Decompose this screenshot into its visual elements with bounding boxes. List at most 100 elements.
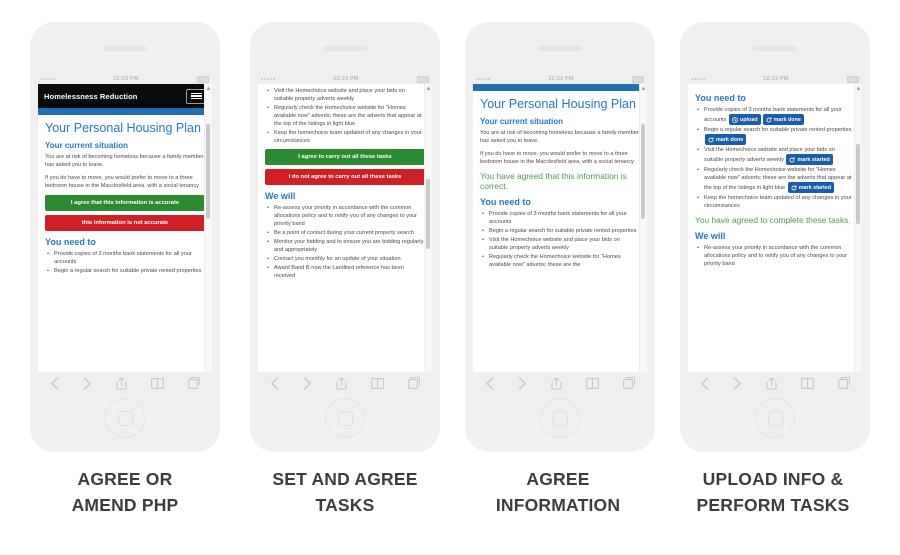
section-heading: You need to bbox=[45, 237, 96, 247]
page-scrollbar[interactable]: ▲▼ bbox=[204, 84, 212, 384]
task-pill-label: mark started bbox=[797, 156, 830, 163]
task-list-item: Regularly check the Homechoice website f… bbox=[695, 166, 855, 193]
page-title: Your Personal Housing Plan bbox=[45, 121, 201, 135]
list-item: Be a point of contact during your curren… bbox=[265, 229, 425, 237]
battery-icon bbox=[631, 75, 644, 83]
safari-webview: Visit the Homechoice website and place y… bbox=[258, 84, 432, 384]
home-button[interactable] bbox=[105, 398, 145, 438]
share-icon[interactable] bbox=[551, 376, 562, 390]
back-chevron-icon[interactable] bbox=[270, 376, 279, 390]
caption-line: UPLOAD INFO & bbox=[702, 469, 844, 489]
task-pill-mark-started[interactable]: mark started bbox=[787, 182, 835, 193]
disagree-button[interactable]: I do not agree to carry out all these ta… bbox=[265, 169, 425, 185]
section-heading: You need to bbox=[695, 93, 746, 103]
phone-caption-1: AGREE OR AMEND PHP bbox=[15, 466, 235, 518]
scrollbar-thumb[interactable] bbox=[206, 124, 210, 219]
list-item: Monitor your bidding and to ensure you a… bbox=[265, 238, 425, 254]
tabs-icon[interactable] bbox=[838, 377, 850, 389]
confirmation-message: You have agreed to complete these tasks. bbox=[695, 215, 851, 225]
phone-caption-4: UPLOAD INFO & PERFORM TASKS bbox=[663, 466, 883, 518]
phone-caption-3: AGREE INFORMATION bbox=[448, 466, 668, 518]
share-icon[interactable] bbox=[766, 376, 777, 390]
page-title: Your Personal Housing Plan bbox=[480, 97, 636, 111]
phone-mockup-3: 12:23 PM Your Personal Housing Plan Your c… bbox=[465, 22, 655, 452]
page-scrollbar[interactable]: ▲▼ bbox=[639, 84, 647, 384]
forward-chevron-icon[interactable] bbox=[83, 376, 92, 390]
body-paragraph: You are at risk of becoming homeless bec… bbox=[480, 130, 639, 144]
speaker-grille bbox=[538, 46, 582, 51]
task-pill-mark-done[interactable]: mark done bbox=[705, 134, 747, 145]
battery-icon bbox=[416, 75, 429, 83]
home-button[interactable] bbox=[540, 398, 580, 438]
list-item: Begin a regular search for suitable priv… bbox=[45, 267, 205, 275]
share-icon[interactable] bbox=[116, 376, 127, 390]
task-list-item: Provide copies of 3 months bank statemen… bbox=[695, 106, 855, 125]
phone-screen: 12:23 PM Homelessness Reduction Your Perso… bbox=[38, 74, 212, 384]
task-text: Keep the homechoice team updated of any … bbox=[704, 195, 852, 209]
ios-status-bar: 12:23 PM bbox=[258, 74, 432, 84]
task-list: Provide copies of 3 months bank statemen… bbox=[695, 106, 855, 210]
task-pill-label: mark done bbox=[773, 116, 801, 123]
task-pill-label: upload bbox=[739, 116, 758, 123]
forward-chevron-icon[interactable] bbox=[303, 376, 312, 390]
refresh-check-icon bbox=[766, 116, 772, 123]
caption-line: INFORMATION bbox=[495, 495, 621, 515]
scrollbar-thumb[interactable] bbox=[856, 144, 860, 224]
section-heading: We will bbox=[695, 231, 726, 241]
caption-line: AGREE OR bbox=[77, 469, 173, 489]
phone-mockup-4: 12:23 PM You need to Provide copies of 3 m… bbox=[680, 22, 870, 452]
phone-mockup-2: 12:23 PM Visit the Homechoice website and… bbox=[250, 22, 440, 452]
task-pill-upload[interactable]: upload bbox=[728, 114, 761, 125]
scroll-up-chevron-icon[interactable]: ▲ bbox=[425, 85, 432, 93]
tabs-icon[interactable] bbox=[188, 377, 200, 389]
phone-mockup-1: 12:23 PM Homelessness Reduction Your Perso… bbox=[30, 22, 220, 452]
home-square-icon bbox=[552, 410, 568, 426]
scroll-up-chevron-icon[interactable]: ▲ bbox=[205, 85, 212, 93]
agree-button[interactable]: I agree to carry out all these tasks bbox=[265, 149, 425, 165]
list-item: Visit the Homechoice website and place y… bbox=[480, 236, 640, 252]
ios-status-bar: 12:23 PM bbox=[38, 74, 212, 84]
agree-button[interactable]: I agree that this information is accurat… bbox=[45, 195, 205, 211]
tabs-icon[interactable] bbox=[623, 377, 635, 389]
signal-dots-icon bbox=[41, 78, 55, 80]
task-pill-mark-done[interactable]: mark done bbox=[762, 114, 804, 125]
caption-line: AMEND PHP bbox=[71, 495, 179, 515]
disagree-button[interactable]: this information is not accurate bbox=[45, 215, 205, 231]
page-scrollbar[interactable]: ▲▼ bbox=[854, 84, 862, 384]
back-chevron-icon[interactable] bbox=[50, 376, 59, 390]
list-item: Re-assess your priority in accordance wi… bbox=[265, 204, 425, 228]
home-button[interactable] bbox=[325, 398, 365, 438]
bullet-list: Visit the Homechoice website and place y… bbox=[265, 87, 425, 145]
scroll-up-chevron-icon[interactable]: ▲ bbox=[855, 85, 862, 93]
refresh-check-icon bbox=[789, 156, 796, 163]
back-chevron-icon[interactable] bbox=[700, 376, 709, 390]
scrollbar-thumb[interactable] bbox=[426, 179, 430, 249]
share-icon[interactable] bbox=[336, 376, 347, 390]
task-list-item: Begin a regular search for suitable priv… bbox=[695, 126, 855, 145]
page-scrollbar[interactable]: ▲▼ bbox=[424, 84, 432, 384]
tabs-icon[interactable] bbox=[408, 377, 420, 389]
home-button[interactable] bbox=[755, 398, 795, 438]
caption-line: SET AND AGREE bbox=[272, 469, 418, 489]
phone-screen: 12:23 PM You need to Provide copies of 3 m… bbox=[688, 74, 862, 384]
task-pill-label: mark started bbox=[798, 184, 832, 191]
forward-chevron-icon[interactable] bbox=[518, 376, 527, 390]
safari-toolbar bbox=[258, 372, 432, 394]
bookmarks-icon[interactable] bbox=[586, 377, 599, 389]
speaker-grille bbox=[323, 46, 367, 51]
signal-dots-icon bbox=[261, 78, 275, 80]
hamburger-icon[interactable] bbox=[186, 88, 206, 104]
body-paragraph: You are at risk of becoming homeless bec… bbox=[45, 154, 204, 168]
bookmarks-icon[interactable] bbox=[371, 377, 384, 389]
bookmarks-icon[interactable] bbox=[151, 377, 164, 389]
home-square-icon bbox=[117, 410, 133, 426]
bookmarks-icon[interactable] bbox=[801, 377, 814, 389]
back-chevron-icon[interactable] bbox=[485, 376, 494, 390]
safari-webview: Your Personal Housing Plan Your current s… bbox=[473, 84, 647, 384]
scrollbar-thumb[interactable] bbox=[641, 124, 645, 219]
bullet-list: Provide copies of 3 months bank statemen… bbox=[45, 250, 205, 275]
task-pill-label: mark done bbox=[716, 136, 744, 143]
scroll-up-chevron-icon[interactable]: ▲ bbox=[640, 85, 647, 93]
task-pill-mark-started[interactable]: mark started bbox=[786, 154, 833, 165]
forward-chevron-icon[interactable] bbox=[733, 376, 742, 390]
